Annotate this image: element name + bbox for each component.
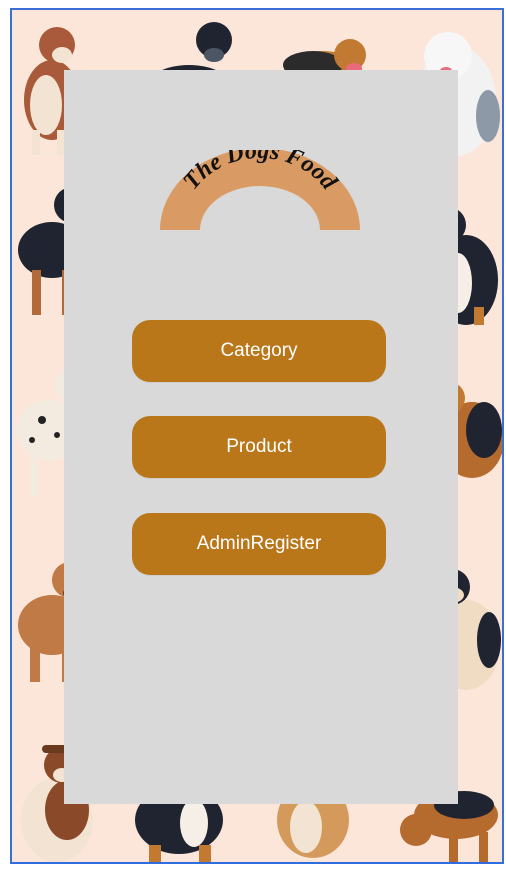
app-screen: The Dogs Food Category Product AdminRegi… (10, 8, 504, 862)
admin-register-button-label: AdminRegister (196, 533, 322, 554)
product-button-label: Product (226, 436, 292, 457)
admin-register-button[interactable]: AdminRegister (132, 513, 386, 575)
product-button[interactable]: Product (132, 416, 386, 478)
brand-logo: The Dogs Food (160, 150, 360, 230)
device-frame: The Dogs Food Category Product AdminRegi… (0, 0, 506, 878)
window-bottom-border (10, 862, 504, 864)
category-button-label: Category (220, 340, 298, 361)
category-button[interactable]: Category (132, 320, 386, 382)
